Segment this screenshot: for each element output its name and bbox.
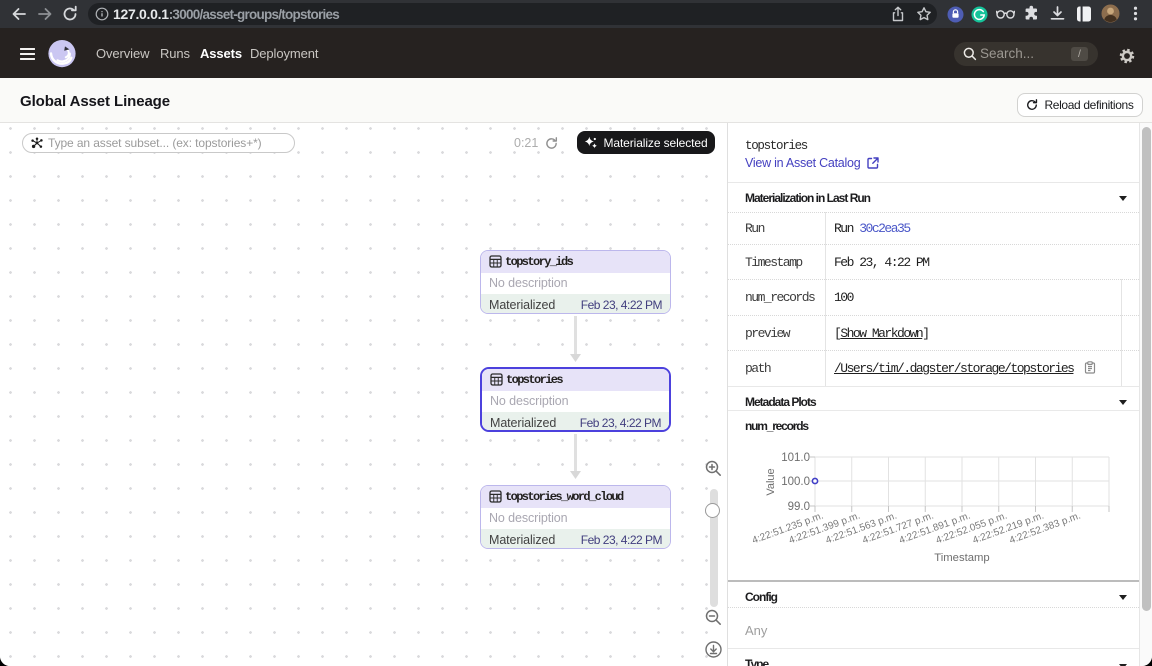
svg-text:Value: Value [765, 468, 777, 495]
svg-text:99.0: 99.0 [788, 501, 810, 513]
svg-text:100.0: 100.0 [781, 476, 810, 488]
svg-text:101.0: 101.0 [781, 452, 810, 464]
svg-text:Timestamp: Timestamp [934, 552, 989, 564]
